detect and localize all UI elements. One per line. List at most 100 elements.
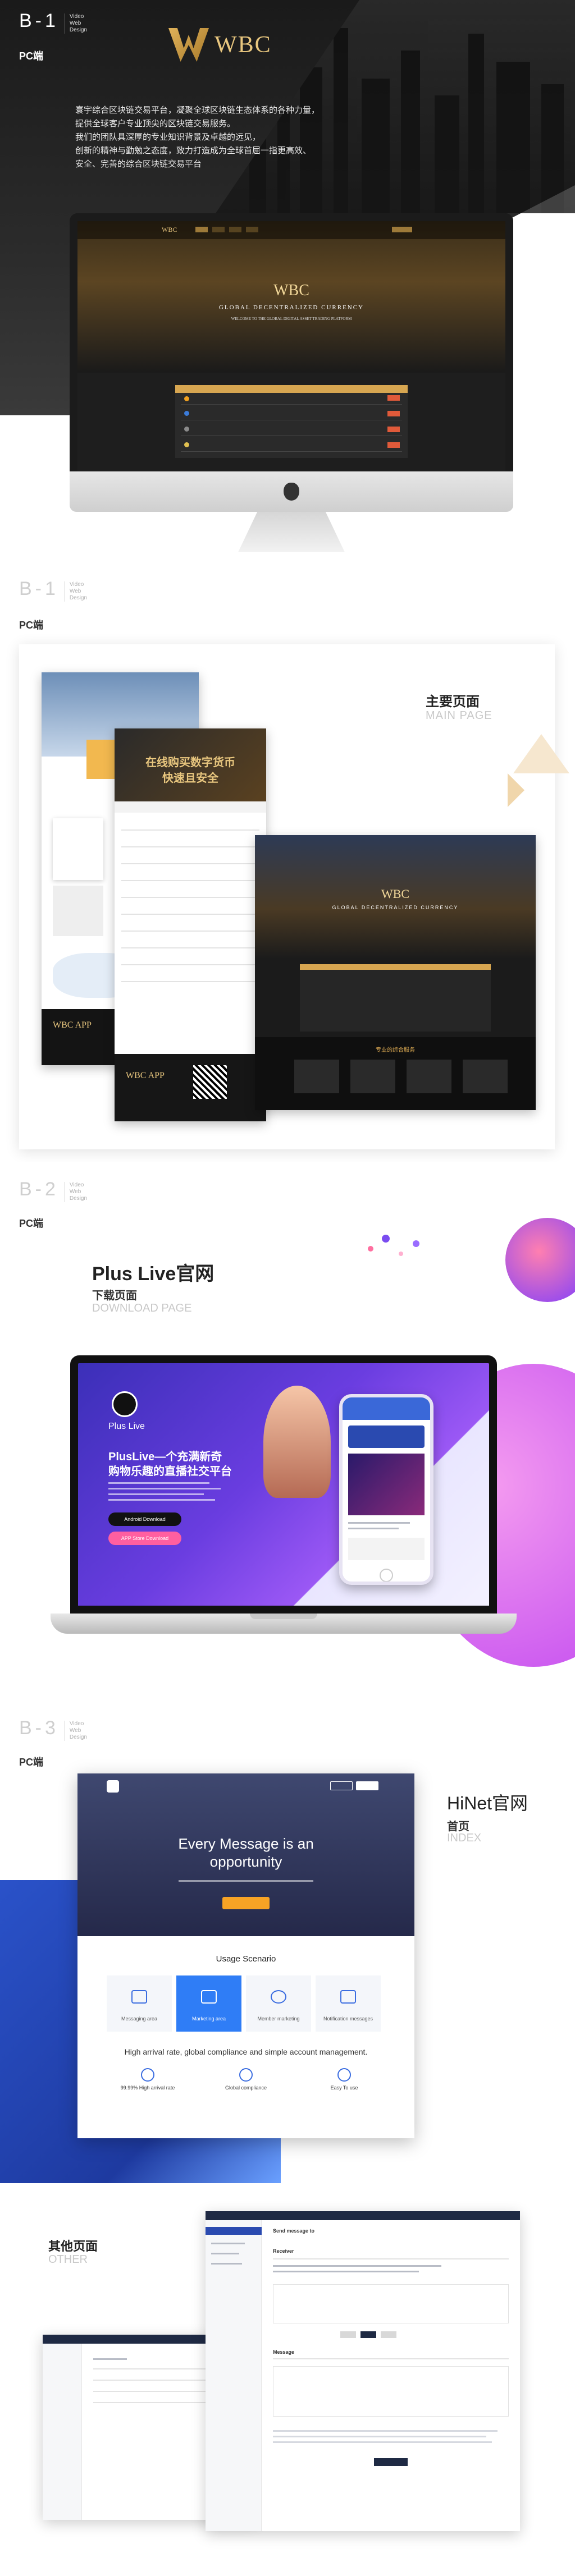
macbook-base	[51, 1614, 517, 1634]
desc-line: 提供全球客户专业顶尖的区块链交易服务。	[75, 119, 236, 129]
hinet-logo-icon	[107, 1780, 119, 1793]
app-label: WBC APP	[126, 1071, 165, 1080]
app-label: WBC APP	[53, 1020, 92, 1030]
section-header: B-3 Video Web Design	[19, 1717, 87, 1741]
scenario-tile[interactable]: Member marketing	[246, 1975, 311, 2032]
strip-title: 专业的综合服务	[376, 1047, 415, 1053]
hinet-hero-button[interactable]	[222, 1897, 270, 1909]
screen-nav: WBC	[77, 221, 505, 239]
hinet-title: HiNet官网	[447, 1793, 528, 1813]
desc-line: 安全、完善的综合区块链交易平台	[75, 159, 202, 169]
portfolio-page: B-1 Video Web Design PC端 WBC 寰宇综合区块链交易平台…	[0, 0, 575, 2576]
feature-label: 99.99% High arrival rate	[120, 2085, 175, 2091]
deco-dot	[413, 1240, 419, 1247]
screen-subtitle: GLOBAL DECENTRALIZED CURRENCY	[218, 304, 364, 311]
scenario-tile-label: Notification messages	[323, 2016, 373, 2022]
deco-blob	[505, 1218, 575, 1302]
wbc-logo-text: WBC	[215, 32, 272, 58]
wbc-logo-mark	[168, 28, 209, 62]
section-wbc-main-pages: B-1 Video Web Design PC端 WBC APP 在线购买数字货…	[0, 578, 575, 1162]
section-code: B-1	[19, 10, 59, 31]
section-code: B-3	[19, 1717, 59, 1739]
usage-scenario-title: Usage Scenario	[216, 1954, 276, 1964]
section-header: B-1 Video Web Design	[19, 578, 87, 602]
appstore-download-button[interactable]: APP Store Download	[108, 1532, 181, 1545]
screen-big-title: WBC	[381, 887, 410, 901]
meta-line: Video	[69, 1182, 84, 1188]
send-message-title: Send message to	[273, 2228, 315, 2234]
meta-line: Video	[69, 581, 84, 588]
message-icon	[131, 1990, 147, 2004]
deco-dot	[382, 1235, 390, 1243]
meta-line: Design	[69, 1195, 88, 1202]
page-shot-dark-home: WBC GLOBAL DECENTRALIZED CURRENCY 专业的综合服…	[255, 835, 536, 1110]
apple-logo-icon	[284, 483, 299, 501]
main-page-title: 主要页面	[426, 694, 480, 709]
section-wbc-hero: B-1 Video Web Design PC端 WBC 寰宇综合区块链交易平台…	[0, 0, 575, 578]
scenario-tile[interactable]: Notification messages	[316, 1975, 381, 2032]
receiver-label: Receiver	[273, 2248, 294, 2254]
deco-triangle	[508, 773, 524, 807]
feature-label: Easy To use	[330, 2085, 358, 2091]
other-subtitle: OTHER	[48, 2253, 88, 2266]
desc-line: 我们的团队具深厚的专业知识背景及卓越的远见，	[75, 132, 261, 142]
main-page-subtitle: MAIN PAGE	[426, 709, 492, 722]
feature-item: Global compliance	[204, 2068, 288, 2091]
imac-stand	[238, 512, 345, 552]
meta-line: Web	[69, 588, 81, 594]
meta-line: Design	[69, 595, 88, 601]
hinet-feature-heading: High arrival rate, global compliance and…	[124, 2047, 368, 2056]
hinet-hero-line-1: Every Message is an	[178, 1835, 314, 1852]
hinet-subtitle: 首页	[447, 1821, 469, 1833]
message-label: Message	[273, 2349, 295, 2355]
pluslive-subtitle-en: DOWNLOAD PAGE	[92, 1302, 192, 1314]
wbc-logo: WBC	[168, 28, 272, 62]
megaphone-icon	[340, 1990, 356, 2004]
pluslive-logo-icon	[112, 1391, 138, 1417]
screen-nav-item	[229, 227, 241, 232]
screen-nav-button	[392, 227, 412, 232]
phone-mockup	[339, 1394, 433, 1585]
scenario-tile[interactable]: Messaging area	[107, 1975, 172, 2032]
section-tag: PC端	[19, 51, 44, 62]
section-tag: PC端	[19, 1218, 44, 1229]
screen-market-table	[175, 385, 408, 458]
android-download-button[interactable]: Android Download	[108, 1512, 181, 1526]
screen-nav-item	[246, 227, 258, 232]
hinet-subtitle-en: INDEX	[447, 1832, 482, 1844]
section-meta: Video Web Design	[64, 1182, 88, 1202]
meta-line: Design	[69, 27, 88, 33]
page-shot-market: 在线购买数字货币 快速且安全 WBC APP	[115, 728, 266, 1121]
pluslive-title: Plus Live官网	[92, 1263, 215, 1285]
section-other-pages: 其他页面 OTHER Send message to Receiver Mess…	[0, 2194, 575, 2576]
globe-icon	[239, 2068, 253, 2082]
rate-icon	[141, 2068, 154, 2082]
screen-big-title: WBC	[273, 282, 309, 299]
hinet-hero-line-2: opportunity	[209, 1853, 282, 1870]
section-hinet: B-3 Video Web Design PC端 HiNet官网 首页 INDE…	[0, 1700, 575, 2194]
section-meta: Video Web Design	[64, 13, 88, 34]
screen-subtitle: GLOBAL DECENTRALIZED CURRENCY	[332, 905, 459, 910]
chat-icon	[201, 1990, 217, 2004]
hinet-hero: Every Message is an opportunity	[77, 1773, 414, 1936]
pluslive-subtitle: 下载页面	[92, 1290, 137, 1302]
scenario-tile-label: Marketing area	[191, 2016, 226, 2022]
banner-line-2: 快速且安全	[162, 772, 218, 785]
send-button[interactable]	[374, 2458, 408, 2466]
pluslive-app-name: Plus Live	[108, 1422, 145, 1431]
section-header: B-1 Video Web Design	[19, 10, 87, 34]
deco-dot	[399, 1252, 403, 1256]
feature-item: Easy To use	[302, 2068, 386, 2091]
section-meta: Video Web Design	[64, 1721, 88, 1741]
section-meta: Video Web Design	[64, 581, 88, 602]
feature-label: Global compliance	[225, 2085, 267, 2091]
banner-line-1: 在线购买数字货币	[145, 757, 235, 769]
screen-hero: WBC WBC GLOBAL DECENTRALIZED CURRENCY WE…	[77, 221, 505, 373]
scenario-tile-active[interactable]: Marketing area	[176, 1975, 241, 2032]
macbook-mockup: Plus Live PlusLive—个充满新奇 购物乐趣的直播社交平台 And…	[51, 1355, 517, 1634]
screen-nav-item	[212, 227, 225, 232]
imac-screen: WBC WBC GLOBAL DECENTRALIZED CURRENCY WE…	[70, 213, 513, 471]
desc-line: 创新的精神与勤勉之态度，致力打造成为全球首屈一指更高效、	[75, 146, 312, 155]
pluslive-headline-1: PlusLive—个充满新奇	[108, 1451, 222, 1463]
meta-line: Design	[69, 1734, 88, 1740]
